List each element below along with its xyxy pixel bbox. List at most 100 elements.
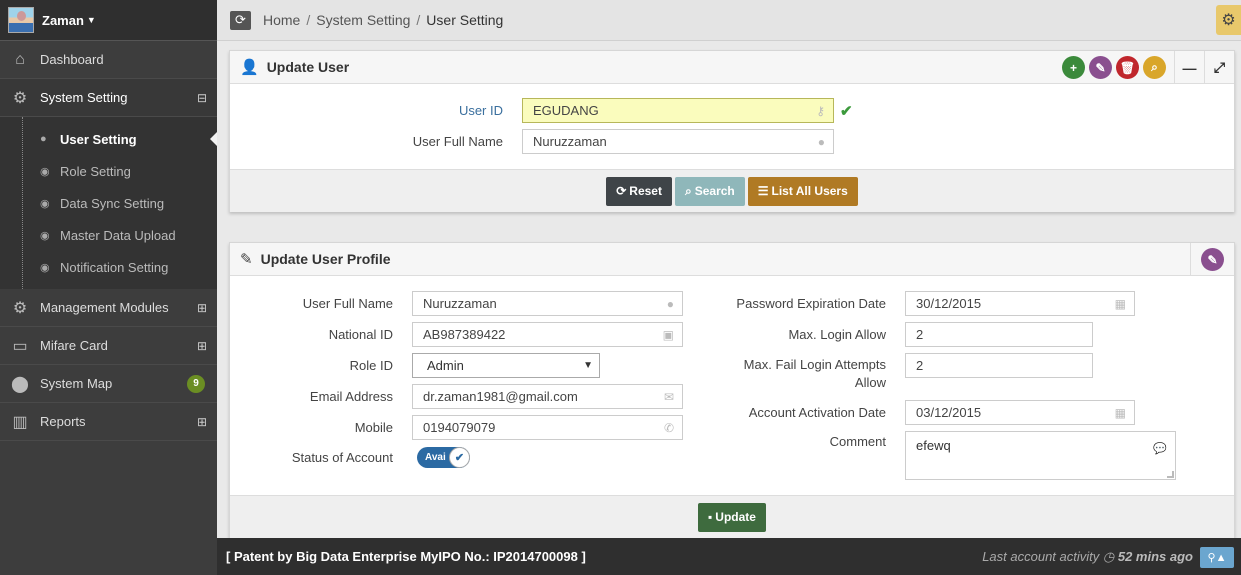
scroll-top-button[interactable]: ⚲▲ bbox=[1200, 547, 1234, 568]
eye-icon: ◉ bbox=[40, 165, 50, 178]
max-login-input[interactable]: 2 bbox=[905, 322, 1093, 347]
sidebar-item-system-setting[interactable]: ⚙ System Setting ⊟ bbox=[0, 79, 217, 117]
status-label: Status of Account bbox=[291, 450, 393, 465]
max-fail-input[interactable]: 2 bbox=[905, 353, 1093, 378]
search-icon[interactable]: ⌕ bbox=[1143, 56, 1166, 79]
update-action-bar: ▪ Update bbox=[230, 495, 1234, 538]
sidebar-item-label: Role Setting bbox=[60, 163, 131, 179]
resize-handle[interactable] bbox=[1167, 471, 1174, 478]
update-button[interactable]: ▪ Update bbox=[698, 502, 766, 532]
user-name: Zaman bbox=[42, 12, 84, 28]
edit-icon[interactable]: ✎ bbox=[1201, 248, 1224, 271]
collapse-icon[interactable]: ⊟ bbox=[197, 91, 207, 105]
breadcrumb-home[interactable]: Home bbox=[263, 12, 300, 28]
sidebar-item-system-map[interactable]: ⬤ System Map 9 bbox=[0, 365, 217, 403]
check-icon: ✔ bbox=[449, 447, 470, 468]
user-id-input[interactable]: EGUDANG ⚷ bbox=[522, 98, 834, 123]
full-name-input[interactable]: Nuruzzaman ● bbox=[522, 129, 834, 154]
password-expiration-row: Password Expiration Date 30/12/2015 ▦ bbox=[720, 291, 1135, 316]
password-expiration-input[interactable]: 30/12/2015 ▦ bbox=[905, 291, 1135, 316]
user-id-value: EGUDANG bbox=[533, 103, 599, 118]
comment-label: Comment bbox=[829, 434, 886, 449]
calendar-icon: ▦ bbox=[1114, 405, 1126, 420]
sidebar-item-label: User Setting bbox=[60, 131, 137, 147]
list-label: List All Users bbox=[771, 184, 848, 198]
reset-button[interactable]: ⟳ Reset bbox=[606, 176, 672, 206]
top-bar: ⟳ Home / System Setting / User Setting ⚙ bbox=[217, 0, 1241, 41]
refresh-icon: ⟳ bbox=[616, 184, 627, 198]
sidebar-item-mifare-card[interactable]: ▭ Mifare Card ⊞ bbox=[0, 327, 217, 365]
count-badge: 9 bbox=[187, 374, 205, 393]
national-id-input[interactable]: AB987389422 ▣ bbox=[412, 322, 683, 347]
sidebar-item-label: Dashboard bbox=[40, 52, 104, 67]
gears-icon: ⚙ bbox=[12, 299, 28, 317]
gear-icon[interactable]: ⚙ bbox=[1216, 5, 1241, 35]
user-icon: ● bbox=[817, 134, 825, 149]
role-id-value: Admin bbox=[427, 358, 464, 373]
status-toggle[interactable]: Avai ✔ bbox=[417, 447, 470, 468]
edit-icon[interactable]: ✎ bbox=[1089, 56, 1112, 79]
breadcrumb-system-setting[interactable]: System Setting bbox=[316, 12, 410, 28]
sidebar-item-management-modules[interactable]: ⚙ Management Modules ⊞ bbox=[0, 289, 217, 327]
expand-icon[interactable]: ⊞ bbox=[197, 415, 207, 429]
activation-date-value: 03/12/2015 bbox=[916, 405, 982, 420]
minimize-icon[interactable]: — bbox=[1174, 51, 1204, 84]
key-icon: ⚷ bbox=[816, 103, 825, 118]
user-menu[interactable]: Zaman ▼ bbox=[0, 0, 217, 41]
sidebar-item-role-setting[interactable]: ◉ Role Setting bbox=[0, 155, 217, 187]
user-icon: ● bbox=[40, 133, 47, 145]
avatar bbox=[8, 7, 34, 33]
expand-icon[interactable]: ⊞ bbox=[197, 301, 207, 315]
system-setting-submenu: ● User Setting ◉ Role Setting ◉ Data Syn… bbox=[0, 117, 217, 289]
edit-icon: ✎ bbox=[240, 251, 253, 268]
password-expiration-label: Password Expiration Date bbox=[736, 296, 886, 311]
sidebar-item-data-sync-setting[interactable]: ◉ Data Sync Setting bbox=[0, 187, 217, 219]
action-bar: ⟳ Reset ⌕ Search ☰ List All Users bbox=[230, 169, 1234, 212]
expand-icon[interactable]: ⊞ bbox=[197, 339, 207, 353]
email-input[interactable]: dr.zaman1981@gmail.com ✉ bbox=[412, 384, 683, 409]
panel-title: Update User Profile bbox=[260, 251, 391, 267]
dropdown-caret-icon: ▼ bbox=[583, 360, 593, 371]
sidebar-item-dashboard[interactable]: ⌂ Dashboard bbox=[0, 41, 217, 79]
activation-date-label: Account Activation Date bbox=[748, 405, 886, 420]
email-value: dr.zaman1981@gmail.com bbox=[423, 389, 578, 404]
max-fail-label: Max. Fail Login Attempts Allow bbox=[720, 356, 886, 392]
breadcrumb-separator: / bbox=[416, 12, 421, 28]
save-icon: ▪ bbox=[708, 510, 713, 524]
sidebar-item-master-data-upload[interactable]: ◉ Master Data Upload bbox=[0, 219, 217, 251]
email-row: Email Address dr.zaman1981@gmail.com ✉ bbox=[230, 384, 683, 409]
panel-header: ✎ Update User Profile ✎ bbox=[230, 243, 1234, 276]
panel-tools: + ✎ 🗑 ⌕ — ⤢ bbox=[1062, 51, 1234, 84]
profile-full-name-label: User Full Name bbox=[302, 296, 393, 311]
profile-full-name-input[interactable]: Nuruzzaman ● bbox=[412, 291, 683, 316]
mobile-input[interactable]: 0194079079 ✆ bbox=[412, 415, 683, 440]
search-button[interactable]: ⌕ Search bbox=[674, 176, 745, 206]
comment-value: efewq bbox=[916, 438, 951, 453]
delete-icon[interactable]: 🗑 bbox=[1116, 56, 1139, 79]
full-name-value: Nuruzzaman bbox=[533, 134, 607, 149]
comment-textarea[interactable]: efewq 💬 bbox=[905, 431, 1176, 480]
last-activity-time: 52 mins ago bbox=[1117, 548, 1193, 564]
breadcrumb-separator: / bbox=[306, 12, 311, 28]
email-label: Email Address bbox=[309, 389, 393, 404]
map-marker-icon: ⬤ bbox=[11, 375, 29, 393]
sidebar-item-notification-setting[interactable]: ◉ Notification Setting bbox=[0, 251, 217, 283]
role-id-select[interactable]: Admin ▼ bbox=[412, 353, 600, 378]
activation-date-input[interactable]: 03/12/2015 ▦ bbox=[905, 400, 1135, 425]
sidebar-item-user-setting[interactable]: ● User Setting bbox=[0, 123, 217, 155]
phone-icon: ✆ bbox=[663, 420, 674, 435]
role-id-row: Role ID Admin ▼ bbox=[230, 353, 600, 378]
sidebar-item-reports[interactable]: ▥ Reports ⊞ bbox=[0, 403, 217, 441]
calendar-icon: ▦ bbox=[1114, 296, 1126, 311]
add-icon[interactable]: + bbox=[1062, 56, 1085, 79]
comment-row: Comment efewq 💬 bbox=[720, 431, 1176, 480]
sidebar-item-label: System Map bbox=[40, 376, 113, 391]
profile-full-name-row: User Full Name Nuruzzaman ● bbox=[230, 291, 683, 316]
list-all-users-button[interactable]: ☰ List All Users bbox=[747, 176, 858, 206]
user-icon: 👤 bbox=[240, 59, 259, 76]
fullscreen-icon[interactable]: ⤢ bbox=[1204, 51, 1234, 84]
panel-tools: ✎ bbox=[1186, 243, 1234, 276]
sidebar-item-label: Management Modules bbox=[40, 300, 169, 315]
breadcrumb-current: User Setting bbox=[426, 12, 504, 28]
refresh-icon[interactable]: ⟳ bbox=[230, 10, 251, 30]
